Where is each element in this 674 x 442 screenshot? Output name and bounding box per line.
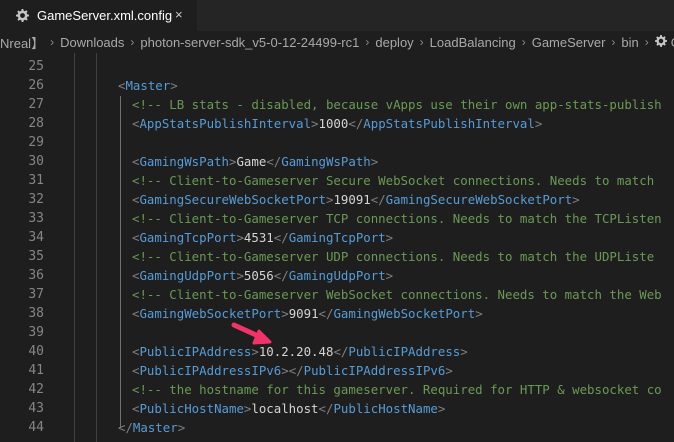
line-number: 28	[28, 116, 44, 131]
breadcrumb-item[interactable]: GameServer	[532, 35, 606, 50]
code-line: 35 <!-- Client-to-Gameserver UDP connecti…	[0, 247, 674, 266]
code-text: <!-- Client-to-Gameserver UDP connection…	[132, 249, 655, 264]
line-number: 27	[28, 97, 44, 112]
breadcrumb: Nreal】 › Downloads › photon-server-sdk_v5-0-…	[0, 31, 674, 53]
code-line: 34 <GamingTcpPort>4531</GamingTcpPort>	[0, 228, 674, 247]
chevron-right-icon: ›	[130, 35, 135, 49]
line-number: 37	[28, 287, 44, 302]
breadcrumb-item[interactable]: deploy	[375, 35, 413, 50]
code-text: <!-- the hostname for this gameserver. R…	[132, 382, 662, 397]
line-number: 35	[28, 249, 44, 264]
code-line: 25	[0, 57, 674, 76]
code-line: 29	[0, 133, 674, 152]
line-number: 43	[28, 401, 44, 416]
line-number: 31	[28, 173, 44, 188]
code-text: <PublicHostName>localhost</PublicHostNam…	[132, 401, 446, 416]
chevron-right-icon: ›	[365, 35, 370, 49]
code-line: 28 <AppStatsPublishInterval>1000</AppStat…	[0, 114, 674, 133]
code-line: 43 <PublicHostName>localhost</PublicHostN…	[0, 399, 674, 418]
line-number: 33	[28, 211, 44, 226]
chevron-right-icon: ›	[644, 35, 649, 49]
code-line: 40 <PublicIPAddress>10.2.20.48</PublicIPA…	[0, 342, 674, 361]
code-line: 37 <!-- Client-to-Gameserver WebSocket co…	[0, 285, 674, 304]
breadcrumb-item[interactable]: Nreal】	[0, 33, 44, 52]
code-line: 33 <!-- Client-to-Gameserver TCP connecti…	[0, 209, 674, 228]
gear-icon	[16, 9, 29, 22]
close-icon[interactable]: ×	[175, 7, 183, 22]
code-text: <Master>	[118, 78, 178, 93]
breadcrumb-item[interactable]: bin	[621, 35, 638, 50]
line-number: 41	[28, 363, 44, 378]
code-text: <!-- LB stats - disabled, because vApps …	[132, 97, 662, 112]
line-number: 44	[28, 420, 44, 435]
code-text: <GamingWsPath>Game</GamingWsPath>	[132, 154, 379, 169]
code-text: <PublicIPAddressIPv6></PublicIPAddressIP…	[132, 363, 453, 378]
code-line: 32 <GamingSecureWebSocketPort>19091</Gami…	[0, 190, 674, 209]
code-text: <GamingUdpPort>5056</GamingUdpPort>	[132, 268, 394, 283]
code-text: <AppStatsPublishInterval>1000</AppStatsP…	[132, 116, 543, 131]
line-number: 30	[28, 154, 44, 169]
code-line: 42 <!-- the hostname for this gameserver.…	[0, 380, 674, 399]
tab-bar: GameServer.xml.config ×	[0, 0, 674, 31]
breadcrumb-item[interactable]: LoadBalancing	[430, 35, 516, 50]
tab-title: GameServer.xml.config	[37, 8, 173, 23]
line-number: 29	[28, 135, 44, 150]
line-number: 36	[28, 268, 44, 283]
code-text: <PublicIPAddress>10.2.20.48</PublicIPAdd…	[132, 344, 468, 359]
code-text: <GamingTcpPort>4531</GamingTcpPort>	[132, 230, 394, 245]
code-line: 30 <GamingWsPath>Game</GamingWsPath>	[0, 152, 674, 171]
code-line: 44 </Master>	[0, 418, 674, 437]
code-text: <GamingSecureWebSocketPort>19091</Gaming…	[132, 192, 580, 207]
code-line: 31 <!-- Client-to-Gameserver Secure WebSo…	[0, 171, 674, 190]
code-line: 38 <GamingWebSocketPort>9091</GamingWebSo…	[0, 304, 674, 323]
tab-gameserver-config[interactable]: GameServer.xml.config ×	[0, 0, 197, 31]
code-line: 27 <!-- LB stats - disabled, because vApp…	[0, 95, 674, 114]
breadcrumb-item[interactable]: photon-server-sdk_v5-0-12-24499-rc1	[140, 35, 359, 50]
line-number: 34	[28, 230, 44, 245]
line-number: 25	[28, 59, 44, 74]
line-number: 26	[28, 78, 44, 93]
line-number: 40	[28, 344, 44, 359]
chevron-right-icon: ›	[521, 35, 526, 49]
chevron-right-icon: ›	[611, 35, 616, 49]
line-number: 32	[28, 192, 44, 207]
code-line: 39	[0, 323, 674, 342]
line-number: 39	[28, 325, 44, 340]
line-number: 38	[28, 306, 44, 321]
code-text: <!-- Client-to-Gameserver TCP connection…	[132, 211, 662, 226]
code-editor[interactable]: 25 26 <Master> 27 <!-- LB stats - disabled, …	[0, 53, 674, 442]
chevron-right-icon: ›	[50, 35, 55, 49]
gear-icon	[654, 34, 667, 50]
code-text: </Master>	[118, 420, 186, 435]
code-line: 36 <GamingUdpPort>5056</GamingUdpPort>	[0, 266, 674, 285]
line-number: 42	[28, 382, 44, 397]
code-line: 26 <Master>	[0, 76, 674, 95]
code-text: <!-- Client-to-Gameserver WebSocket conn…	[132, 287, 662, 302]
code-line: 41 <PublicIPAddressIPv6></PublicIPAddress…	[0, 361, 674, 380]
code-text: <!-- Client-to-Gameserver Secure WebSock…	[132, 173, 655, 188]
breadcrumb-item[interactable]: Downloads	[60, 35, 124, 50]
code-text: <GamingWebSocketPort>9091</GamingWebSock…	[132, 306, 483, 321]
chevron-right-icon: ›	[419, 35, 424, 49]
